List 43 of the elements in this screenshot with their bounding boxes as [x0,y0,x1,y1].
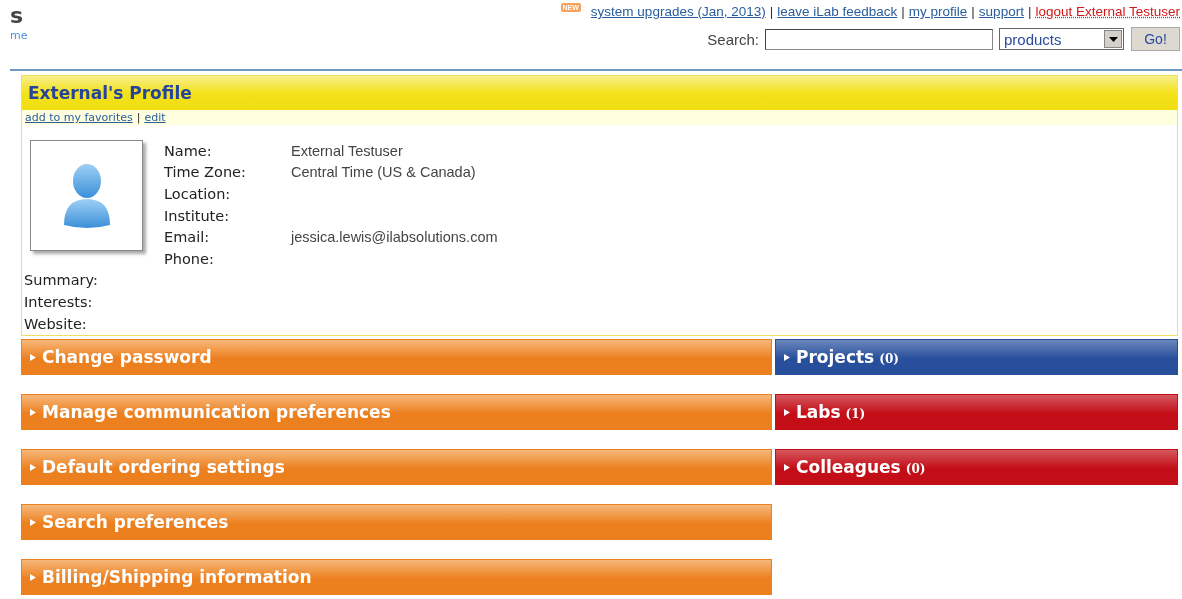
logo-letter: s [10,3,25,29]
caret-icon [30,408,36,416]
field-value: jessica.lewis@ilabsolutions.com [291,229,498,246]
separator: | [1027,3,1032,20]
field-label: Website: [24,315,88,332]
section-header[interactable]: Colleagues (0) [775,449,1178,486]
search-label: Search: [707,30,759,48]
caret-icon [784,463,790,471]
field-value: Central Time (US & Canada) [291,164,476,181]
profile-action-link[interactable]: add to my favorites [25,111,133,124]
profile-action-link[interactable]: edit [144,111,166,124]
home-link[interactable]: me [10,29,28,43]
field-label: Name: [164,142,213,159]
field-label: Interests: [24,293,94,310]
separator: | [901,3,905,20]
header-link[interactable]: my profile [908,3,968,20]
section-header[interactable]: Projects (0) [775,339,1178,376]
caret-icon [30,463,36,471]
header-link[interactable]: support [978,3,1024,20]
header-link[interactable]: logout External Testuser [1035,3,1180,20]
caret-icon [30,353,36,361]
section-header[interactable]: Labs (1) [775,394,1178,431]
caret-icon [784,408,790,416]
field-label: Institute: [164,207,231,224]
profile-title: External's Profile [28,83,192,103]
field-label: Location: [164,186,232,202]
header-link[interactable]: leave iLab feedback [777,3,898,20]
search-field[interactable] [765,28,993,50]
dropdown-arrow-icon [1108,36,1118,42]
separator: | [136,111,141,124]
caret-icon [784,353,790,361]
header-link[interactable]: system upgrades (Jan, 2013) [590,3,766,20]
go-button[interactable]: Go! [1131,27,1180,51]
field-value: External Testuser [291,142,403,159]
separator: | [971,3,975,20]
field-label: Phone: [164,250,215,267]
separator: | [769,3,774,20]
field-label: Summary: [24,272,99,289]
field-label: Email: [164,229,211,246]
caret-icon [30,573,36,581]
field-label: Time Zone: [164,164,247,181]
caret-icon [30,518,36,526]
scope-dropdown[interactable]: products [999,28,1124,50]
